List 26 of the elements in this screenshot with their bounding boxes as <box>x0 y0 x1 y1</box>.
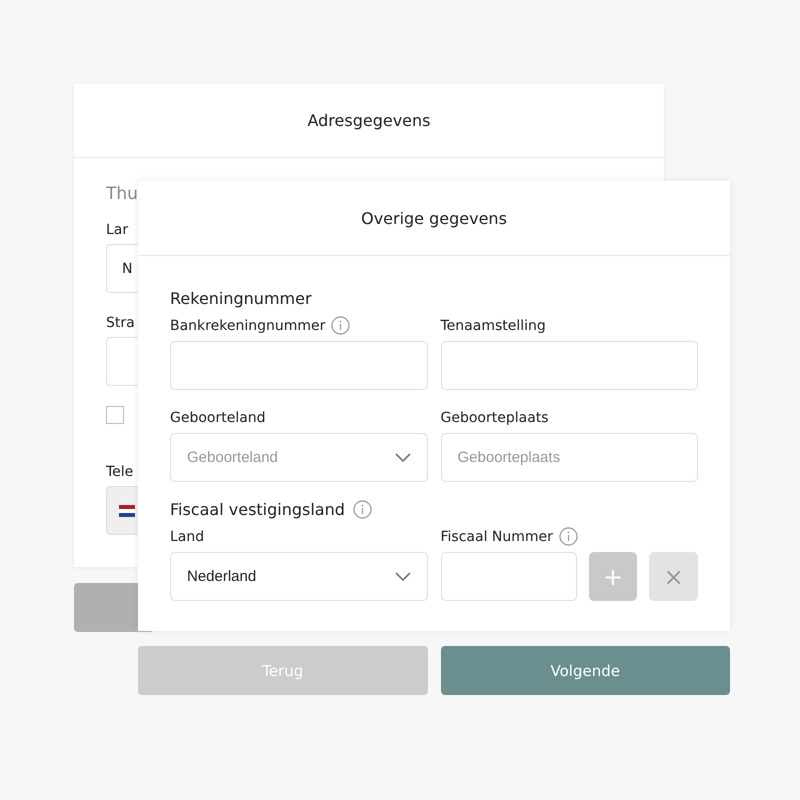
field-label: Fiscaal Nummer <box>440 528 553 544</box>
input-field[interactable]: Geboorteplaats <box>440 433 698 482</box>
next-button[interactable]: Volgende <box>440 646 730 695</box>
checkbox[interactable] <box>106 406 124 424</box>
field-label: Lar <box>106 222 128 238</box>
chevron-down-icon <box>394 572 410 582</box>
input-field[interactable] <box>440 341 698 390</box>
add-button[interactable]: + <box>588 552 638 601</box>
dropdown[interactable]: Nederland <box>170 552 428 601</box>
field-label: Stra <box>106 315 135 331</box>
dialog-title: Overige gegevens <box>138 181 730 256</box>
card-title: Adresgegevens <box>74 84 664 158</box>
section-heading: Thu <box>106 184 139 204</box>
flag-icon <box>119 504 135 516</box>
field-label: Tele <box>106 464 134 480</box>
field-label: Bankrekeningnummer <box>170 318 326 334</box>
field-label: Geboorteland <box>170 410 266 426</box>
field-label: Geboorteplaats <box>440 410 549 426</box>
field-label: Land <box>170 528 204 544</box>
input-field[interactable] <box>440 552 576 601</box>
section-heading: Rekeningnummer <box>170 289 312 308</box>
input-field[interactable] <box>170 341 428 390</box>
chevron-down-icon <box>394 452 410 462</box>
section-heading: Fiscaal vestigingsland <box>170 500 345 519</box>
dropdown[interactable]: Geboorteland <box>170 433 428 482</box>
field-label: Tenaamstelling <box>440 318 546 334</box>
